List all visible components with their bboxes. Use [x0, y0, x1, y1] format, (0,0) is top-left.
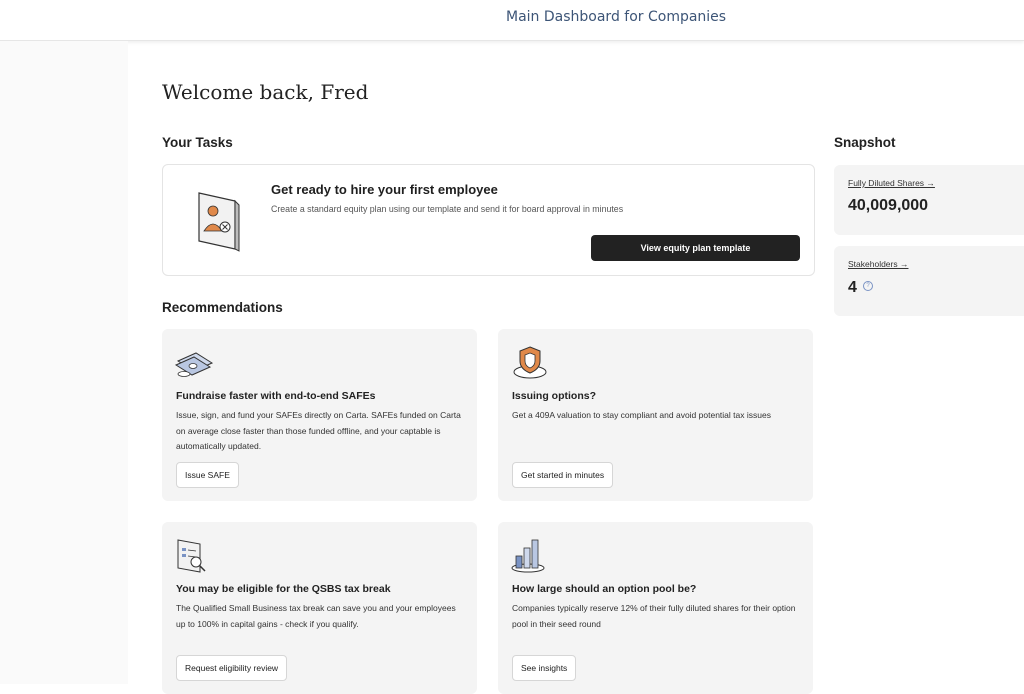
get-started-button[interactable]: Get started in minutes — [512, 462, 614, 488]
recommendation-card-safes: Fundraise faster with end-to-end SAFEs I… — [162, 329, 477, 501]
snapshot-card-stakeholders[interactable]: Stakeholders → 4 ? — [834, 246, 1024, 316]
left-margin — [0, 41, 128, 684]
cash-icon — [174, 352, 214, 377]
recommendation-description: Companies typically reserve 12% of their… — [512, 603, 796, 629]
shield-icon — [513, 346, 547, 379]
document-search-icon — [177, 539, 206, 573]
top-bar: Main Dashboard for Companies — [0, 0, 1024, 41]
recommendation-card-option-pool: How large should an option pool be? Comp… — [498, 522, 813, 694]
issue-safe-button[interactable]: Issue SAFE — [176, 462, 239, 488]
request-eligibility-button[interactable]: Request eligibility review — [176, 655, 288, 681]
recommendation-card-409a: Issuing options? Get a 409A valuation to… — [498, 329, 813, 501]
welcome-heading: Welcome back, Fred — [162, 80, 369, 104]
snapshot-label[interactable]: Stakeholders → — [848, 259, 908, 269]
recommendations-title: Recommendations — [162, 300, 283, 315]
employee-card-icon — [198, 192, 240, 252]
your-tasks-title: Your Tasks — [162, 135, 233, 150]
snapshot-label[interactable]: Fully Diluted Shares → — [848, 178, 935, 188]
recommendation-description: The Qualified Small Business tax break c… — [176, 603, 456, 629]
view-equity-plan-button[interactable]: View equity plan template — [591, 235, 800, 261]
recommendation-title: How large should an option pool be? — [512, 583, 697, 595]
task-description: Create a standard equity plan using our … — [271, 204, 624, 214]
snapshot-card-fully-diluted-shares[interactable]: Fully Diluted Shares → 40,009,000 — [834, 165, 1024, 235]
recommendation-description: Issue, sign, and fund your SAFEs directl… — [176, 410, 461, 451]
task-heading: Get ready to hire your first employee — [271, 182, 498, 197]
snapshot-value: 40,009,000 — [848, 197, 929, 214]
recommendation-card-qsbs: You may be eligible for the QSBS tax bre… — [162, 522, 477, 694]
recommendation-title: Fundraise faster with end-to-end SAFEs — [176, 390, 376, 402]
recommendation-title: You may be eligible for the QSBS tax bre… — [176, 583, 391, 595]
recommendation-title: Issuing options? — [512, 390, 596, 402]
task-card: Get ready to hire your first employee Cr… — [162, 164, 815, 276]
snapshot-title: Snapshot — [834, 135, 896, 150]
snapshot-value: 4 — [848, 279, 857, 296]
help-icon[interactable]: ? — [863, 281, 873, 291]
page-header-title: Main Dashboard for Companies — [506, 9, 727, 25]
bar-chart-icon — [511, 539, 545, 573]
recommendation-description: Get a 409A valuation to stay compliant a… — [512, 410, 771, 420]
see-insights-button[interactable]: See insights — [512, 655, 577, 681]
